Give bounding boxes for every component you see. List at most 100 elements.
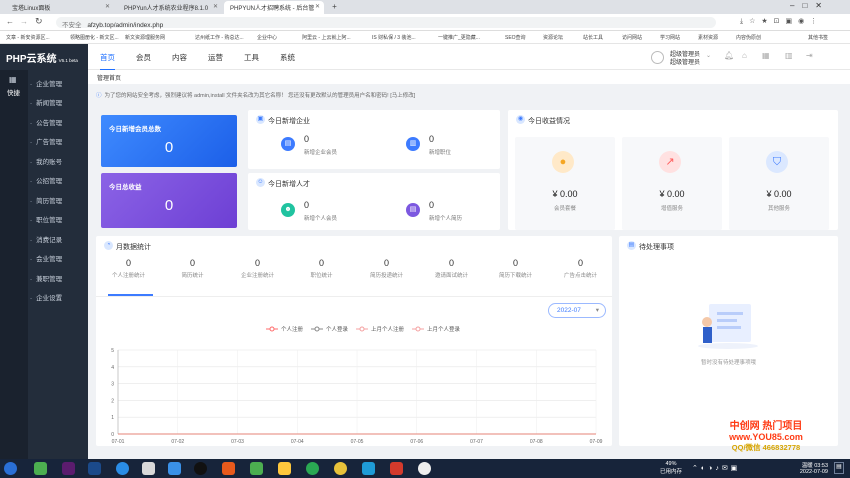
window-controls[interactable]: –□✕ bbox=[790, 1, 830, 10]
app-icon[interactable] bbox=[222, 462, 235, 475]
bookmark[interactable]: 企业中心 bbox=[257, 34, 277, 41]
security-notice: ⓘ 为了您的网站安全考虑，强烈建议将 admin,install 文件夹名改为其它… bbox=[92, 88, 842, 102]
tab-title: PHPYun人才系统农业程序8.1.0 bbox=[124, 6, 209, 12]
bookmarks-bar: 文章 - 新安资源区... 领略图册化 - 新文区... 新文资源理服务网 达州… bbox=[0, 31, 850, 44]
person-icon: ☻ bbox=[281, 203, 295, 217]
new-tab-icon[interactable]: + bbox=[330, 2, 339, 11]
stat-interview[interactable]: 0 邀请面试统计 bbox=[419, 258, 484, 279]
sidebar-item-parttime[interactable]: - 兼职管理 bbox=[30, 273, 62, 283]
app-icon[interactable] bbox=[116, 462, 129, 475]
sidebar-item-announcement[interactable]: - 公告管理 bbox=[30, 117, 62, 127]
bookmark[interactable]: 阿里云 - 上云就上阿... bbox=[302, 34, 351, 41]
browser-icon[interactable] bbox=[306, 462, 319, 475]
apps-icon[interactable]: ▦ bbox=[9, 75, 18, 84]
url-field[interactable]: 不安全 afzyb.top/admin/index.php bbox=[56, 17, 716, 29]
month-select[interactable]: 2022-07 ▾ bbox=[548, 303, 606, 318]
user-role: 超级管理员 bbox=[670, 60, 701, 66]
nav-members[interactable]: 会员 bbox=[136, 52, 151, 63]
chrome-active-icon[interactable] bbox=[418, 462, 431, 475]
premiere-icon[interactable] bbox=[62, 462, 75, 475]
bookmark[interactable]: 素材资源 bbox=[698, 34, 718, 41]
quick-label[interactable]: 快捷 bbox=[7, 87, 20, 97]
nav-operations[interactable]: 运营 bbox=[208, 52, 223, 63]
sidebar-item-ads[interactable]: - 广告管理 bbox=[30, 136, 62, 146]
sidebar-item-recruit[interactable]: - 公招管理 bbox=[30, 175, 62, 185]
stat-company-register[interactable]: 0 企业注册统计 bbox=[225, 258, 290, 279]
bookmark[interactable]: 达州纸工作 - 购总达... bbox=[195, 34, 244, 41]
bookmark[interactable]: SEO查询 bbox=[505, 34, 526, 41]
stat-resume[interactable]: 0 简历统计 bbox=[160, 258, 225, 279]
stat-download[interactable]: 0 简历下载统计 bbox=[483, 258, 548, 279]
chevron-down-icon[interactable]: ⌄ bbox=[706, 52, 711, 59]
legend-label[interactable]: 上月个人登录 bbox=[427, 325, 461, 333]
sidebar-item-industry[interactable]: - 会业管理 bbox=[30, 253, 62, 263]
nav-content[interactable]: 内容 bbox=[172, 52, 187, 63]
breadcrumb-item[interactable]: 管理首页 bbox=[97, 76, 121, 82]
close-icon[interactable]: ✕ bbox=[105, 3, 110, 10]
nav-system[interactable]: 系统 bbox=[280, 52, 295, 63]
chrome-icon[interactable] bbox=[334, 462, 347, 475]
avatar[interactable] bbox=[651, 51, 664, 64]
app-icon[interactable] bbox=[168, 462, 181, 475]
grid-icon[interactable]: ▦ bbox=[762, 51, 770, 60]
bookmark[interactable]: 领略图册化 - 新文区... bbox=[70, 34, 119, 41]
clock[interactable]: 温暖 03:53 2022-07-09 bbox=[792, 461, 828, 475]
sidebar-item-jobs[interactable]: - 职位管理 bbox=[30, 214, 62, 224]
nav-home[interactable]: 首页 bbox=[100, 52, 115, 71]
bookmark[interactable]: 站长工具 bbox=[583, 34, 603, 41]
x-tick-label: 07-06 bbox=[410, 439, 423, 445]
building-icon[interactable]: ▥ bbox=[785, 51, 793, 60]
close-icon[interactable]: ✕ bbox=[315, 3, 320, 10]
sidebar-item-resume[interactable]: - 简历管理 bbox=[30, 195, 62, 205]
browser-tab-2[interactable]: PHPYun人才系统农业程序8.1.0 ✕ bbox=[118, 1, 222, 14]
notification-icon[interactable]: ▤ bbox=[834, 462, 844, 474]
close-icon[interactable]: ✕ bbox=[213, 3, 218, 10]
bookmark[interactable]: 一键推广_更隐藏... bbox=[438, 34, 480, 41]
bookmark[interactable]: 访问网站 bbox=[622, 34, 642, 41]
stat-jobs[interactable]: 0 职位统计 bbox=[289, 258, 354, 279]
folder-icon[interactable] bbox=[278, 462, 291, 475]
bookmark[interactable]: 资源论坛 bbox=[543, 34, 563, 41]
reload-icon[interactable]: ↻ bbox=[35, 16, 43, 27]
browser-toolbar-icons[interactable]: ⤓☆★⊡▣◉⋮ bbox=[740, 17, 823, 26]
sidebar-item-settings[interactable]: - 企业设置 bbox=[30, 292, 62, 302]
logout-icon[interactable]: ⇥ bbox=[806, 51, 813, 60]
watermark: 中创网 热门项目 www.YOU85.com QQ/微信 466832778 bbox=[706, 417, 826, 453]
qq-icon[interactable] bbox=[194, 462, 207, 475]
start-icon[interactable] bbox=[4, 462, 17, 475]
trend-icon: ↗ bbox=[659, 151, 681, 173]
stat-value: 0 bbox=[429, 200, 435, 210]
sidebar-item-enterprise[interactable]: - 企业管理 bbox=[30, 78, 62, 88]
bookmark[interactable]: 新文资源理服务网 bbox=[125, 34, 165, 41]
memory-indicator[interactable]: 49% 已用内存 bbox=[660, 461, 682, 475]
bookmark[interactable]: 内容伪原创 bbox=[736, 34, 761, 41]
bookmark[interactable]: 文章 - 新安资源区... bbox=[6, 34, 50, 41]
legend-label[interactable]: 个人注册 bbox=[281, 325, 304, 333]
legend-label[interactable]: 上月个人注册 bbox=[371, 325, 405, 333]
legend-label[interactable]: 个人登录 bbox=[326, 325, 349, 333]
bookmark[interactable]: 其他书签 bbox=[808, 34, 828, 41]
back-icon[interactable]: ← bbox=[6, 17, 14, 26]
stat-delivery[interactable]: 0 简历投递统计 bbox=[354, 258, 419, 279]
bookmark[interactable]: 学习网站 bbox=[660, 34, 680, 41]
forward-icon[interactable]: → bbox=[20, 17, 28, 26]
bookmark[interactable]: IS 财私保 / 3 装池... bbox=[372, 34, 416, 41]
player-icon[interactable] bbox=[250, 462, 263, 475]
app-icon[interactable] bbox=[362, 462, 375, 475]
app-icon[interactable] bbox=[34, 462, 47, 475]
stat-ad-click[interactable]: 0 广告点击统计 bbox=[548, 258, 613, 279]
sidebar-item-news[interactable]: - 新闻管理 bbox=[30, 97, 62, 107]
home-icon[interactable]: ⌂ bbox=[742, 51, 747, 60]
app-icon[interactable] bbox=[142, 462, 155, 475]
app-logo[interactable]: PHP云系统 V6.1 beta bbox=[0, 44, 88, 70]
app-icon[interactable] bbox=[390, 462, 403, 475]
nav-tools[interactable]: 工具 bbox=[244, 52, 259, 63]
bell-icon[interactable]: 🔔︎ bbox=[724, 51, 734, 60]
tray-icons[interactable]: ⌃◐◑♪✉▣ bbox=[692, 464, 740, 472]
browser-tab-1[interactable]: 宝塔Linux面板 ✕ bbox=[6, 1, 114, 14]
photoshop-icon[interactable] bbox=[88, 462, 101, 475]
stat-personal-register[interactable]: 0 个人注册统计 bbox=[96, 258, 161, 279]
sidebar-item-account[interactable]: - 我的账号 bbox=[30, 156, 62, 166]
browser-tab-3[interactable]: PHPYUN人才招聘系统 - 后台管 ✕ bbox=[224, 1, 324, 14]
sidebar-item-spending[interactable]: - 消费记录 bbox=[30, 234, 62, 244]
